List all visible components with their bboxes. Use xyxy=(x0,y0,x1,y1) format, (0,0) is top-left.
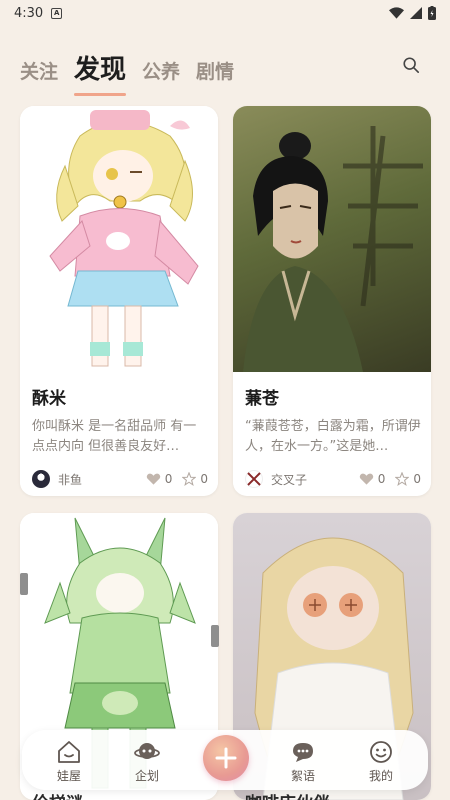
nav-project[interactable]: 企划 xyxy=(122,739,172,784)
plus-icon xyxy=(215,747,237,769)
notification-a-icon: A xyxy=(51,7,63,19)
battery-icon xyxy=(428,6,436,20)
tab-story[interactable]: 剧情 xyxy=(196,57,234,90)
star-count: 0 xyxy=(200,472,208,486)
author-avatar[interactable] xyxy=(32,470,50,488)
character-card[interactable]: 蒹苍 “蒹葭苍苍，白露为霜，所谓伊人，在水一方。”这是她… 交叉子 0 0 xyxy=(233,106,431,496)
card-description: “蒹葭苍苍，白露为霜，所谓伊人，在水一方。”这是她… xyxy=(245,419,421,454)
house-icon xyxy=(58,741,80,763)
star-count: 0 xyxy=(413,472,421,486)
author-name[interactable]: 交叉子 xyxy=(271,471,307,488)
smiley-icon xyxy=(370,741,392,763)
wifi-icon xyxy=(389,7,404,19)
search-icon[interactable] xyxy=(402,56,420,74)
ink-painting-illustration xyxy=(243,126,423,372)
character-image xyxy=(233,106,431,372)
heart-icon[interactable] xyxy=(359,472,374,486)
author-name[interactable]: 非鱼 xyxy=(58,471,82,488)
planet-icon xyxy=(134,743,160,759)
nav-label: 娃屋 xyxy=(56,769,81,783)
star-icon[interactable] xyxy=(395,472,410,486)
tab-following[interactable]: 关注 xyxy=(20,57,58,90)
tab-discover[interactable]: 发现 xyxy=(74,49,127,96)
signal-icon xyxy=(410,7,422,19)
status-bar: 4:30 A xyxy=(0,0,450,26)
nav-label: 企划 xyxy=(134,769,159,783)
scroll-handle-right[interactable] xyxy=(211,625,219,647)
crossed-swords-icon xyxy=(247,472,261,486)
nav-label: 我的 xyxy=(368,769,393,783)
nav-whisper[interactable]: 絮语 xyxy=(278,739,328,784)
card-title-cut: 咖啡店伙伴 xyxy=(245,789,330,800)
nav-label: 絮语 xyxy=(290,769,315,783)
create-button[interactable] xyxy=(203,735,249,781)
card-title-cut: 伦梯谜 xyxy=(32,789,83,800)
status-time: 4:30 xyxy=(14,5,44,21)
tab-public[interactable]: 公养 xyxy=(142,57,180,90)
star-icon[interactable] xyxy=(182,472,197,486)
nav-doll-house[interactable]: 娃屋 xyxy=(44,739,94,784)
card-description: 你叫酥米 是一名甜品师 有一点点内向 但很善良友好… xyxy=(32,419,197,454)
like-count: 0 xyxy=(377,472,386,486)
anime-girl-illustration xyxy=(49,110,199,367)
scroll-handle-left[interactable] xyxy=(20,573,28,595)
character-image xyxy=(20,106,218,372)
card-title: 蒹苍 xyxy=(245,389,279,409)
author-avatar[interactable] xyxy=(245,470,263,488)
chat-bubble-icon xyxy=(293,743,313,762)
character-card[interactable]: 酥米 你叫酥米 是一名甜品师 有一点点内向 但很善良友好… 非鱼 0 0 xyxy=(20,106,218,496)
like-count: 0 xyxy=(164,472,173,486)
top-tabs: 关注 发现 公养 剧情 xyxy=(20,42,234,96)
heart-icon[interactable] xyxy=(146,472,161,486)
nav-mine[interactable]: 我的 xyxy=(356,739,406,784)
card-title: 酥米 xyxy=(32,389,66,409)
